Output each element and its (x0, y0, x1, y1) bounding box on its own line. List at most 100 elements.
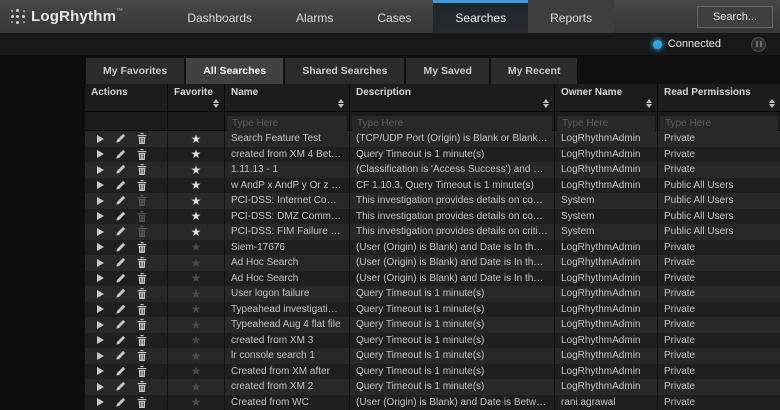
favorite-star-icon[interactable]: ★ (191, 381, 202, 393)
pause-updates-icon[interactable] (751, 37, 766, 52)
favorite-star-icon[interactable]: ★ (191, 396, 202, 408)
sort-arrows-icon[interactable] (213, 99, 219, 108)
run-search-icon[interactable] (97, 305, 104, 313)
table-row[interactable]: ★Typeahead Aug 4 flat fileQuery Timeout … (85, 317, 780, 333)
table-row[interactable]: ★w AndP x AndP y Or z 1.1…CF 1.10.3, Que… (85, 178, 780, 194)
delete-search-icon[interactable] (137, 149, 147, 160)
favorite-star-icon[interactable]: ★ (191, 257, 202, 269)
favorite-star-icon[interactable]: ★ (191, 210, 202, 222)
favorite-star-icon[interactable]: ★ (191, 133, 202, 145)
subtab-my-recent[interactable]: My Recent (491, 58, 578, 84)
filter-input-read-permissions[interactable] (660, 116, 778, 132)
delete-search-icon[interactable] (137, 288, 147, 299)
favorite-star-icon[interactable]: ★ (191, 288, 202, 300)
run-search-icon[interactable] (97, 243, 104, 251)
table-row[interactable]: ★Typeahead investigation …Query Timeout … (85, 302, 780, 318)
edit-search-icon[interactable] (115, 335, 126, 346)
table-row[interactable]: ★Ad Hoc Search(User (Origin) is Blank) a… (85, 271, 780, 287)
edit-search-icon[interactable] (115, 149, 126, 160)
nav-tab-alarms[interactable]: Alarms (274, 0, 355, 33)
edit-search-icon[interactable] (115, 366, 126, 377)
run-search-icon[interactable] (97, 336, 104, 344)
filter-input-name[interactable] (227, 116, 347, 132)
edit-search-icon[interactable] (115, 133, 126, 144)
sort-arrows-icon[interactable] (646, 99, 652, 108)
run-search-icon[interactable] (97, 197, 104, 205)
table-row[interactable]: ★PCI-DSS: FIM Failure DetailThis investi… (85, 224, 780, 240)
column-header-description[interactable]: Description (350, 84, 555, 111)
delete-search-icon[interactable] (137, 164, 147, 175)
subtab-shared-searches[interactable]: Shared Searches (285, 58, 404, 84)
delete-search-icon[interactable] (137, 319, 147, 330)
table-row[interactable]: ★PCI-DSS: DMZ Communic…This investigatio… (85, 209, 780, 225)
global-search-button[interactable]: Search... (697, 6, 773, 28)
subtab-my-favorites[interactable]: My Favorites (86, 58, 184, 84)
favorite-star-icon[interactable]: ★ (191, 241, 202, 253)
favorite-star-icon[interactable]: ★ (191, 319, 202, 331)
edit-search-icon[interactable] (115, 304, 126, 315)
delete-search-icon[interactable] (137, 133, 147, 144)
favorite-star-icon[interactable]: ★ (191, 365, 202, 377)
favorite-star-icon[interactable]: ★ (191, 179, 202, 191)
nav-tab-reports[interactable]: Reports (528, 0, 614, 33)
column-header-read-permissions[interactable]: Read Permissions (658, 84, 780, 111)
sort-arrows-icon[interactable] (769, 99, 775, 108)
delete-search-icon[interactable] (137, 350, 147, 361)
run-search-icon[interactable] (97, 398, 104, 406)
run-search-icon[interactable] (97, 352, 104, 360)
run-search-icon[interactable] (97, 135, 104, 143)
delete-search-icon[interactable] (137, 180, 147, 191)
filter-input-description[interactable] (352, 116, 552, 132)
run-search-icon[interactable] (97, 367, 104, 375)
subtab-all-searches[interactable]: All Searches (186, 58, 283, 84)
delete-search-icon[interactable] (137, 304, 147, 315)
edit-search-icon[interactable] (115, 273, 126, 284)
delete-search-icon[interactable] (137, 381, 147, 392)
edit-search-icon[interactable] (115, 242, 126, 253)
run-search-icon[interactable] (97, 166, 104, 174)
delete-search-icon[interactable] (137, 242, 147, 253)
sort-arrows-icon[interactable] (338, 99, 344, 108)
edit-search-icon[interactable] (115, 195, 126, 206)
edit-search-icon[interactable] (115, 397, 126, 408)
column-header-favorite[interactable]: Favorite (168, 84, 225, 111)
table-row[interactable]: ★User logon failureQuery Timeout is 1 mi… (85, 286, 780, 302)
table-row[interactable]: ★1.11.13 - 1(Classification is 'Access S… (85, 162, 780, 178)
edit-search-icon[interactable] (115, 381, 126, 392)
edit-search-icon[interactable] (115, 350, 126, 361)
table-row[interactable]: ★created from XM 2Query Timeout is 1 min… (85, 379, 780, 395)
edit-search-icon[interactable] (115, 319, 126, 330)
favorite-star-icon[interactable]: ★ (191, 303, 202, 315)
favorite-star-icon[interactable]: ★ (191, 226, 202, 238)
run-search-icon[interactable] (97, 321, 104, 329)
column-header-owner-name[interactable]: Owner Name (555, 84, 658, 111)
column-header-name[interactable]: Name (225, 84, 350, 111)
edit-search-icon[interactable] (115, 226, 126, 237)
favorite-star-icon[interactable]: ★ (191, 350, 202, 362)
run-search-icon[interactable] (97, 150, 104, 158)
table-row[interactable]: ★Created from WC(User (Origin) is Blank)… (85, 395, 780, 410)
edit-search-icon[interactable] (115, 164, 126, 175)
nav-tab-dashboards[interactable]: Dashboards (165, 0, 274, 33)
delete-search-icon[interactable] (137, 257, 147, 268)
table-row[interactable]: ★Siem-17676(User (Origin) is Blank) and … (85, 240, 780, 256)
favorite-star-icon[interactable]: ★ (191, 148, 202, 160)
run-search-icon[interactable] (97, 383, 104, 391)
subtab-my-saved[interactable]: My Saved (406, 58, 488, 84)
table-row[interactable]: ★lr console search 1Query Timeout is 1 m… (85, 348, 780, 364)
run-search-icon[interactable] (97, 181, 104, 189)
run-search-icon[interactable] (97, 290, 104, 298)
delete-search-icon[interactable] (137, 335, 147, 346)
delete-search-icon[interactable] (137, 273, 147, 284)
delete-search-icon[interactable] (137, 397, 147, 408)
table-row[interactable]: ★PCI-DSS: Internet Comm…This investigati… (85, 193, 780, 209)
table-row[interactable]: ★created from XM 4 Betw…Query Timeout is… (85, 147, 780, 163)
nav-tab-searches[interactable]: Searches (433, 0, 528, 33)
edit-search-icon[interactable] (115, 288, 126, 299)
table-row[interactable]: ★created from XM 3Query Timeout is 1 min… (85, 333, 780, 349)
favorite-star-icon[interactable]: ★ (191, 272, 202, 284)
filter-input-owner-name[interactable] (557, 116, 655, 132)
edit-search-icon[interactable] (115, 180, 126, 191)
table-row[interactable]: ★Search Feature Test(TCP/UDP Port (Origi… (85, 131, 780, 147)
run-search-icon[interactable] (97, 212, 104, 220)
